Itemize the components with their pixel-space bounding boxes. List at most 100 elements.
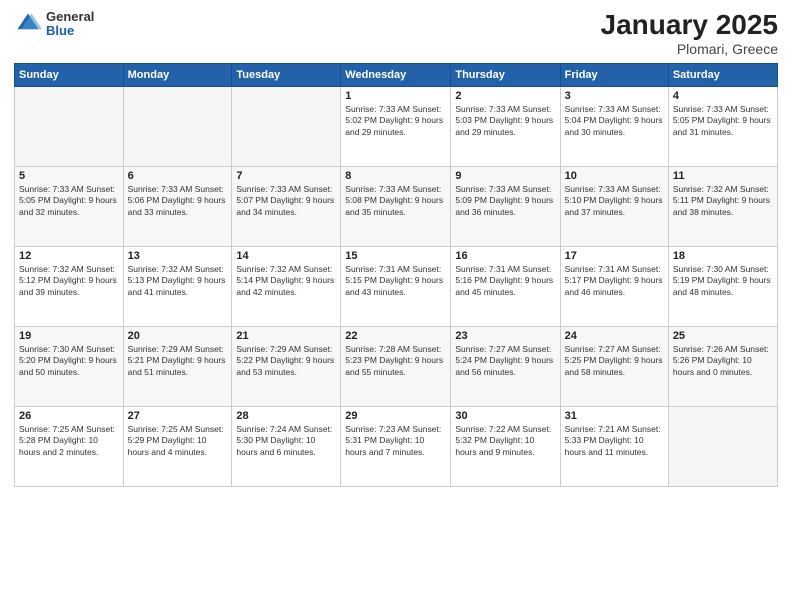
day-info: Sunrise: 7:32 AM Sunset: 5:14 PM Dayligh… — [236, 264, 336, 298]
table-row: 18Sunrise: 7:30 AM Sunset: 5:19 PM Dayli… — [668, 246, 777, 326]
day-number: 2 — [455, 90, 555, 102]
table-row: 13 Sunrise: 7:32 AM Sunset: 5:13 PM Dayli… — [123, 246, 232, 326]
day-number: 8 — [345, 170, 446, 182]
day-info: Sunrise: 7:25 AM Sunset: 5:29 PM Dayligh… — [128, 424, 228, 458]
table-row: 6Sunrise: 7:33 AM Sunset: 5:06 PM Daylig… — [123, 166, 232, 246]
day-number: 17 — [565, 250, 664, 262]
table-row: 29 Sunrise: 7:23 AM Sunset: 5:31 PM Dayli… — [341, 406, 451, 486]
calendar-subtitle: Plomari, Greece — [601, 41, 778, 57]
table-row: 28Sunrise: 7:24 AM Sunset: 5:30 PM Dayli… — [232, 406, 341, 486]
table-row: 30Sunrise: 7:22 AM Sunset: 5:32 PM Dayli… — [451, 406, 560, 486]
day-info: Sunrise: 7:25 AM Sunset: 5:28 PM Dayligh… — [19, 424, 119, 458]
day-number: 28 — [236, 410, 336, 422]
day-number: 26 — [19, 410, 119, 422]
day-info: Sunrise: 7:31 AM Sunset: 5:17 PM Dayligh… — [565, 264, 664, 298]
day-number: 25 — [673, 330, 773, 342]
calendar-header-row: Sunday Monday Tuesday Wednesday Thursday… — [15, 63, 778, 86]
day-number: 31 — [565, 410, 664, 422]
day-info: Sunrise: 7:33 AM Sunset: 5:04 PM Dayligh… — [565, 104, 664, 138]
header-friday: Friday — [560, 63, 668, 86]
table-row: 1Sunrise: 7:33 AM Sunset: 5:02 PM Daylig… — [341, 86, 451, 166]
day-number: 24 — [565, 330, 664, 342]
table-row: 3 Sunrise: 7:33 AM Sunset: 5:04 PM Daylig… — [560, 86, 668, 166]
day-info: Sunrise: 7:33 AM Sunset: 5:08 PM Dayligh… — [345, 184, 446, 218]
header-saturday: Saturday — [668, 63, 777, 86]
logo-general-text: General — [46, 10, 94, 24]
table-row: 20 Sunrise: 7:29 AM Sunset: 5:21 PM Dayli… — [123, 326, 232, 406]
day-info: Sunrise: 7:33 AM Sunset: 5:05 PM Dayligh… — [19, 184, 119, 218]
day-number: 10 — [565, 170, 664, 182]
header: General Blue January 2025 Plomari, Greec… — [14, 10, 778, 57]
calendar-week-row: 19Sunrise: 7:30 AM Sunset: 5:20 PM Dayli… — [15, 326, 778, 406]
table-row: 7 Sunrise: 7:33 AM Sunset: 5:07 PM Daylig… — [232, 166, 341, 246]
calendar-week-row: 26 Sunrise: 7:25 AM Sunset: 5:28 PM Dayli… — [15, 406, 778, 486]
day-number: 19 — [19, 330, 119, 342]
day-number: 3 — [565, 90, 664, 102]
table-row: 11Sunrise: 7:32 AM Sunset: 5:11 PM Dayli… — [668, 166, 777, 246]
table-row: 22 Sunrise: 7:28 AM Sunset: 5:23 PM Dayli… — [341, 326, 451, 406]
day-number: 21 — [236, 330, 336, 342]
table-row: 25 Sunrise: 7:26 AM Sunset: 5:26 PM Dayli… — [668, 326, 777, 406]
day-info: Sunrise: 7:33 AM Sunset: 5:07 PM Dayligh… — [236, 184, 336, 218]
day-info: Sunrise: 7:29 AM Sunset: 5:22 PM Dayligh… — [236, 344, 336, 378]
day-number: 15 — [345, 250, 446, 262]
day-info: Sunrise: 7:26 AM Sunset: 5:26 PM Dayligh… — [673, 344, 773, 378]
day-info: Sunrise: 7:33 AM Sunset: 5:03 PM Dayligh… — [455, 104, 555, 138]
logo-icon — [14, 10, 42, 38]
day-number: 23 — [455, 330, 555, 342]
day-number: 4 — [673, 90, 773, 102]
table-row: 14 Sunrise: 7:32 AM Sunset: 5:14 PM Dayli… — [232, 246, 341, 326]
day-number: 18 — [673, 250, 773, 262]
table-row — [668, 406, 777, 486]
day-number: 14 — [236, 250, 336, 262]
calendar-table: Sunday Monday Tuesday Wednesday Thursday… — [14, 63, 778, 487]
day-number: 13 — [128, 250, 228, 262]
table-row: 27 Sunrise: 7:25 AM Sunset: 5:29 PM Dayli… — [123, 406, 232, 486]
day-number: 22 — [345, 330, 446, 342]
day-info: Sunrise: 7:28 AM Sunset: 5:23 PM Dayligh… — [345, 344, 446, 378]
page: General Blue January 2025 Plomari, Greec… — [0, 0, 792, 612]
table-row: 31 Sunrise: 7:21 AM Sunset: 5:33 PM Dayli… — [560, 406, 668, 486]
table-row: 15Sunrise: 7:31 AM Sunset: 5:15 PM Dayli… — [341, 246, 451, 326]
day-info: Sunrise: 7:27 AM Sunset: 5:25 PM Dayligh… — [565, 344, 664, 378]
calendar-title: January 2025 — [601, 10, 778, 41]
calendar-week-row: 5 Sunrise: 7:33 AM Sunset: 5:05 PM Daylig… — [15, 166, 778, 246]
title-block: January 2025 Plomari, Greece — [601, 10, 778, 57]
table-row: 21 Sunrise: 7:29 AM Sunset: 5:22 PM Dayli… — [232, 326, 341, 406]
day-number: 20 — [128, 330, 228, 342]
table-row: 10Sunrise: 7:33 AM Sunset: 5:10 PM Dayli… — [560, 166, 668, 246]
header-thursday: Thursday — [451, 63, 560, 86]
day-info: Sunrise: 7:21 AM Sunset: 5:33 PM Dayligh… — [565, 424, 664, 458]
day-info: Sunrise: 7:27 AM Sunset: 5:24 PM Dayligh… — [455, 344, 555, 378]
day-number: 11 — [673, 170, 773, 182]
table-row: 24 Sunrise: 7:27 AM Sunset: 5:25 PM Dayli… — [560, 326, 668, 406]
day-info: Sunrise: 7:32 AM Sunset: 5:13 PM Dayligh… — [128, 264, 228, 298]
logo-text: General Blue — [46, 10, 94, 39]
day-number: 12 — [19, 250, 119, 262]
day-info: Sunrise: 7:23 AM Sunset: 5:31 PM Dayligh… — [345, 424, 446, 458]
day-info: Sunrise: 7:33 AM Sunset: 5:06 PM Dayligh… — [128, 184, 228, 218]
day-number: 9 — [455, 170, 555, 182]
table-row: 8 Sunrise: 7:33 AM Sunset: 5:08 PM Daylig… — [341, 166, 451, 246]
table-row: 26 Sunrise: 7:25 AM Sunset: 5:28 PM Dayli… — [15, 406, 124, 486]
table-row: 16Sunrise: 7:31 AM Sunset: 5:16 PM Dayli… — [451, 246, 560, 326]
day-info: Sunrise: 7:33 AM Sunset: 5:09 PM Dayligh… — [455, 184, 555, 218]
table-row: 5 Sunrise: 7:33 AM Sunset: 5:05 PM Daylig… — [15, 166, 124, 246]
table-row: 4Sunrise: 7:33 AM Sunset: 5:05 PM Daylig… — [668, 86, 777, 166]
header-monday: Monday — [123, 63, 232, 86]
day-info: Sunrise: 7:29 AM Sunset: 5:21 PM Dayligh… — [128, 344, 228, 378]
table-row — [123, 86, 232, 166]
table-row — [15, 86, 124, 166]
calendar-week-row: 12 Sunrise: 7:32 AM Sunset: 5:12 PM Dayli… — [15, 246, 778, 326]
logo-blue-text: Blue — [46, 24, 94, 38]
header-tuesday: Tuesday — [232, 63, 341, 86]
header-sunday: Sunday — [15, 63, 124, 86]
day-number: 30 — [455, 410, 555, 422]
day-number: 29 — [345, 410, 446, 422]
day-number: 27 — [128, 410, 228, 422]
day-number: 7 — [236, 170, 336, 182]
day-number: 5 — [19, 170, 119, 182]
day-info: Sunrise: 7:32 AM Sunset: 5:12 PM Dayligh… — [19, 264, 119, 298]
table-row: 17 Sunrise: 7:31 AM Sunset: 5:17 PM Dayli… — [560, 246, 668, 326]
table-row: 12 Sunrise: 7:32 AM Sunset: 5:12 PM Dayli… — [15, 246, 124, 326]
